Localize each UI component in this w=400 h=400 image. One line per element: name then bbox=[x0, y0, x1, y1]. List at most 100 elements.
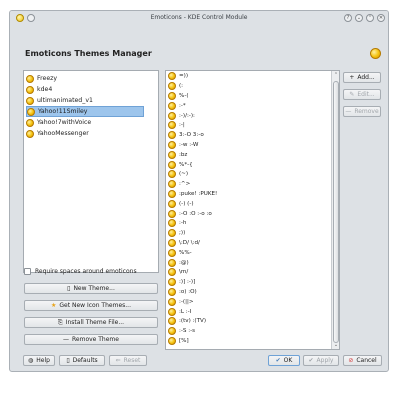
emoticon-text: :@) bbox=[179, 259, 189, 266]
help-title-button[interactable]: ? bbox=[344, 14, 352, 22]
emoticon-list-item[interactable]: :o) :O) bbox=[168, 288, 197, 297]
emoticon-list-item[interactable]: :-O :O :-o :o bbox=[168, 209, 212, 218]
close-button[interactable]: ✕ bbox=[377, 14, 385, 22]
plus-icon: + bbox=[349, 74, 355, 81]
emoticon-list-item[interactable]: 3:-O 3:-o bbox=[168, 131, 204, 140]
title-bar: Emoticons - KDE Control Module ? ⌄ ⌃ ✕ bbox=[10, 11, 388, 26]
emoticon-list-item[interactable]: :)] :-)] bbox=[168, 278, 195, 287]
theme-label: Yahoo!7withVoice bbox=[37, 119, 92, 126]
emoticon-list-item[interactable]: :-S :-s bbox=[168, 327, 195, 336]
emoticon-list-item[interactable]: =)) bbox=[168, 72, 188, 81]
emoticon-list-item[interactable]: :-h bbox=[168, 219, 186, 228]
emoticon-text: :-)/:-): bbox=[179, 112, 195, 119]
emoticon-text: :-w :-W bbox=[179, 142, 199, 149]
emoticon-icon bbox=[168, 101, 176, 110]
emoticon-list-item[interactable]: \m/ bbox=[168, 268, 188, 277]
reset-button[interactable]: ⇐ Reset bbox=[109, 355, 147, 366]
emoticon-icon bbox=[168, 199, 176, 208]
theme-label: kde4 bbox=[37, 86, 53, 93]
emoticon-icon bbox=[168, 82, 176, 91]
minus-icon: — bbox=[345, 108, 352, 115]
emoticon-text: :-S :-s bbox=[179, 328, 196, 335]
theme-label: Yahoo!11Smiley bbox=[38, 108, 88, 115]
cancel-button[interactable]: ⊘ Cancel bbox=[343, 355, 382, 366]
emoticon-icon bbox=[168, 111, 176, 120]
emoticon-list-item[interactable]: %-( bbox=[168, 92, 189, 101]
emoticon-list-item[interactable]: :^> bbox=[168, 180, 190, 189]
emoticon-text: \m/ bbox=[179, 269, 189, 276]
emoticon-icon bbox=[168, 150, 176, 159]
theme-list-item[interactable]: YahooMessenger bbox=[26, 128, 144, 139]
maximize-button[interactable]: ⌃ bbox=[366, 14, 374, 22]
emoticon-list-item[interactable]: (-) (-) bbox=[168, 199, 194, 208]
emoticon-list-item[interactable]: :-)/:-): bbox=[168, 111, 195, 120]
defaults-label: Defaults bbox=[72, 357, 98, 364]
ok-button[interactable]: ✔ OK bbox=[268, 355, 300, 366]
scrollbar-thumb[interactable] bbox=[333, 81, 339, 343]
emoticon-list-item[interactable]: %%- bbox=[168, 248, 192, 257]
remove-theme-button[interactable]: — Remove Theme bbox=[24, 334, 158, 345]
defaults-button[interactable]: ▯ Defaults bbox=[59, 355, 105, 366]
emoticon-icon bbox=[168, 180, 176, 189]
install-theme-button[interactable]: ⎘ Install Theme File... bbox=[24, 317, 158, 328]
check-icon: ✔ bbox=[308, 357, 314, 364]
apply-button[interactable]: ✔ Apply bbox=[303, 355, 339, 366]
theme-label: ultimanimated_v1 bbox=[37, 97, 93, 104]
emoticon-list-item[interactable]: :bz bbox=[168, 150, 187, 159]
emoticon-text: :-| bbox=[179, 122, 185, 129]
emoticon-list-item[interactable]: :-(||> bbox=[168, 297, 194, 306]
emoticon-list-item[interactable]: :puke! :PUKE! bbox=[168, 190, 217, 199]
theme-list-item[interactable]: Yahoo!7withVoice bbox=[26, 117, 144, 128]
help-button[interactable]: ◍ Help bbox=[23, 355, 55, 366]
emoticon-icon bbox=[168, 248, 176, 257]
emoticon-list-item[interactable]: :-w :-W bbox=[168, 141, 198, 150]
emoticon-icon bbox=[168, 72, 176, 81]
emoticon-icon bbox=[168, 160, 176, 169]
emoticon-text: :L :-I bbox=[179, 308, 192, 315]
emoticon-list-item[interactable]: \:D/ \:d/ bbox=[168, 239, 200, 248]
emoticon-list-item[interactable]: :-* bbox=[168, 101, 186, 110]
get-new-themes-button[interactable]: ★ Get New Icon Themes... bbox=[24, 300, 158, 311]
minimize-button[interactable]: ⌄ bbox=[355, 14, 363, 22]
new-theme-label: New Theme... bbox=[73, 285, 115, 292]
emoticon-list-item[interactable]: :L :-I bbox=[168, 307, 191, 316]
emoticon-list-item[interactable]: :-| bbox=[168, 121, 185, 130]
emoticon-icon bbox=[168, 278, 176, 287]
smiley-icon bbox=[26, 74, 34, 83]
emoticon-icon bbox=[168, 297, 176, 306]
add-button[interactable]: + Add... bbox=[343, 72, 381, 83]
theme-list-item[interactable]: kde4 bbox=[26, 84, 144, 95]
emoticon-icon bbox=[168, 190, 176, 199]
reset-label: Reset bbox=[123, 357, 141, 364]
emoticon-icon bbox=[168, 239, 176, 248]
emoticon-list-item[interactable]: (~) bbox=[168, 170, 188, 179]
emoticon-list-item[interactable]: %*-{ bbox=[168, 160, 193, 169]
theme-list-item[interactable]: ultimanimated_v1 bbox=[26, 95, 144, 106]
get-new-themes-label: Get New Icon Themes... bbox=[59, 302, 131, 309]
emoticon-icon bbox=[168, 170, 176, 179]
window-title: Emoticons - KDE Control Module bbox=[150, 14, 248, 21]
theme-list[interactable]: Freezy kde4 ultimanimated_v1 Yahoo!11Smiley… bbox=[23, 70, 159, 273]
emoticon-list-item[interactable]: :@) bbox=[168, 258, 189, 267]
emoticon-text: :(tv) :(TV) bbox=[179, 318, 207, 325]
scroll-down-icon[interactable]: ⌄ bbox=[332, 342, 339, 348]
emoticon-icon bbox=[168, 209, 176, 218]
require-spaces-checkbox[interactable] bbox=[24, 268, 31, 275]
emoticon-list-item[interactable]: ;)) bbox=[168, 229, 185, 238]
new-theme-button[interactable]: ▯ New Theme... bbox=[24, 283, 158, 294]
document-icon: ▯ bbox=[66, 357, 70, 364]
emoticon-scrollbar[interactable]: ⌃ ⌄ bbox=[331, 71, 339, 349]
emoticon-list[interactable]: [%] :-S :-s :(tv) :(TV) :L :-I :-(||>:o) :O)… bbox=[165, 70, 340, 350]
scroll-up-icon[interactable]: ⌃ bbox=[332, 72, 339, 78]
theme-list-item[interactable]: Freezy bbox=[26, 73, 144, 84]
emoticon-list-item[interactable]: (: bbox=[168, 82, 183, 91]
emoticon-list-item[interactable]: :(tv) :(TV) bbox=[168, 317, 206, 326]
remove-button[interactable]: — Remove bbox=[343, 106, 381, 117]
emoticon-icon bbox=[168, 141, 176, 150]
theme-list-item[interactable]: Yahoo!11Smiley bbox=[26, 106, 144, 117]
remove-label: Remove bbox=[354, 108, 379, 115]
install-icon: ⎘ bbox=[57, 318, 63, 326]
emoticon-text: :-(||> bbox=[179, 298, 194, 305]
emoticon-list-item[interactable]: [%] bbox=[168, 337, 189, 346]
edit-button[interactable]: ✎ Edit... bbox=[343, 89, 381, 100]
